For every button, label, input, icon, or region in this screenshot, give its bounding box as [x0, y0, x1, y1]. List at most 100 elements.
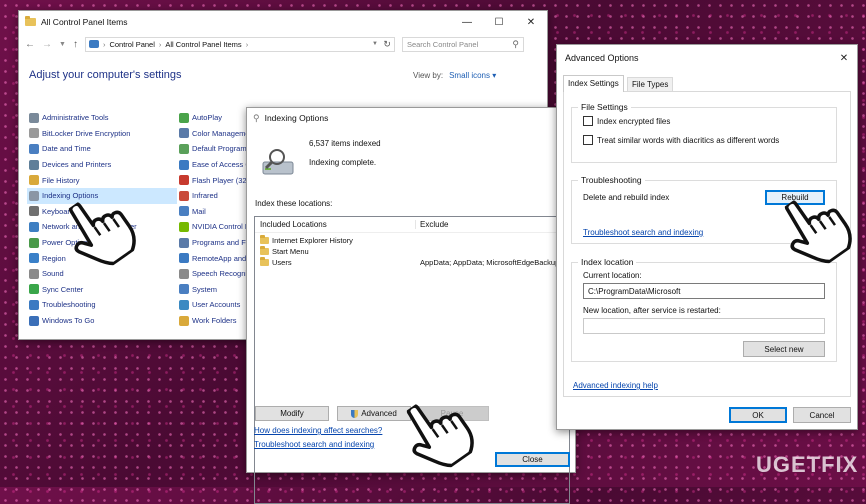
items-indexed-count: 6,537 items indexed: [309, 139, 381, 148]
current-location-label: Current location:: [583, 271, 642, 280]
breadcrumb-item-control-panel[interactable]: Control Panel: [109, 40, 154, 49]
modify-button[interactable]: Modify: [255, 406, 329, 421]
how-indexing-affects-link[interactable]: How does indexing affect searches?: [254, 426, 382, 435]
close-window-button[interactable]: ✕: [515, 11, 547, 33]
cp-item-icon: [179, 175, 189, 186]
locations-rows: Internet Explorer History Start Menu Users…: [255, 233, 569, 268]
cp-item-label: Windows To Go: [42, 316, 95, 326]
cp-item-bitlocker-drive-encryption[interactable]: BitLocker Drive Encryption: [27, 126, 177, 142]
cp-item-icon: [29, 299, 39, 310]
location-cell: Start Menu: [255, 246, 416, 256]
ok-button[interactable]: OK: [729, 407, 787, 423]
delete-rebuild-label: Delete and rebuild index: [583, 193, 670, 202]
indexing-titlebar: ⚲ Indexing Options: [247, 108, 575, 128]
select-new-button[interactable]: Select new: [743, 341, 825, 357]
column-header-exclude[interactable]: Exclude: [416, 220, 448, 229]
cp-item-label: Infrared: [192, 191, 218, 201]
view-by: View by: Small icons ▾: [413, 71, 496, 80]
close-button[interactable]: Close: [495, 452, 570, 467]
back-arrow-icon[interactable]: ←: [25, 39, 35, 50]
troubleshoot-search-link[interactable]: Troubleshoot search and indexing: [583, 228, 703, 237]
cp-item-windows-to-go[interactable]: Windows To Go: [27, 313, 177, 329]
cp-item-troubleshooting[interactable]: Troubleshooting: [27, 297, 177, 313]
cp-item-label: Date and Time: [42, 144, 91, 154]
location-row[interactable]: Users AppData; AppData; MicrosoftEdgeBack…: [255, 257, 569, 268]
control-panel-window-icon: [25, 16, 36, 26]
breadcrumb-item-all-items[interactable]: All Control Panel Items: [165, 40, 241, 49]
indexing-status: Indexing complete.: [309, 158, 377, 167]
recent-chevron-icon[interactable]: ▼: [59, 41, 66, 48]
breadcrumb-separator-icon: ›: [245, 39, 249, 49]
location-name: Internet Explorer History: [272, 236, 353, 245]
maximize-button[interactable]: ☐: [483, 11, 515, 33]
cp-item-label: Sound: [42, 269, 64, 279]
cp-item-icon: [179, 315, 189, 326]
indexing-drive-icon: [262, 149, 294, 175]
cancel-button[interactable]: Cancel: [793, 407, 851, 423]
advanced-close-icon[interactable]: ✕: [831, 47, 857, 69]
index-location-group: Index location Current location: C:\Prog…: [571, 257, 837, 362]
ugetfix-watermark: UGETFIX: [756, 452, 859, 477]
address-dropdown-icon[interactable]: ▼: [372, 41, 378, 47]
cp-item-label: Region: [42, 253, 66, 263]
breadcrumb[interactable]: › Control Panel › All Control Panel Item…: [84, 36, 395, 52]
cp-item-sync-center[interactable]: Sync Center: [27, 282, 177, 298]
breadcrumb-separator-icon: ›: [102, 39, 106, 49]
cp-item-devices-and-printers[interactable]: Devices and Printers: [27, 157, 177, 173]
cp-item-icon: [179, 299, 189, 310]
search-box[interactable]: Search Control Panel ⚲: [401, 36, 524, 52]
cp-item-icon: [179, 206, 189, 217]
advanced-button-label: Advanced: [361, 409, 397, 418]
folder-icon: [260, 246, 269, 255]
view-by-select[interactable]: Small icons ▾: [449, 71, 496, 80]
cp-item-label: BitLocker Drive Encryption: [42, 128, 131, 138]
cp-item-label: Troubleshooting: [42, 300, 96, 310]
column-header-included[interactable]: Included Locations: [255, 220, 416, 229]
cp-item-icon: [29, 268, 39, 279]
locations-label: Index these locations:: [255, 199, 333, 208]
up-arrow-icon[interactable]: ↑: [73, 39, 78, 50]
cp-item-icon: [29, 206, 39, 217]
refresh-icon[interactable]: ↻: [383, 39, 391, 50]
forward-arrow-icon[interactable]: →: [42, 39, 52, 50]
cp-item-icon: [179, 284, 189, 295]
troubleshoot-link[interactable]: Troubleshoot search and indexing: [254, 440, 374, 449]
advanced-titlebar: Advanced Options ✕: [557, 45, 857, 71]
cp-item-label: Sync Center: [42, 284, 84, 294]
index-location-legend: Index location: [578, 257, 637, 267]
cp-item-date-and-time[interactable]: Date and Time: [27, 141, 177, 157]
cp-item-icon: [29, 143, 39, 154]
tab-file-types[interactable]: File Types: [627, 77, 674, 92]
address-row: ← → ▼ ↑ › Control Panel › All Control Pa…: [19, 35, 547, 53]
encrypted-files-checkbox[interactable]: [583, 116, 593, 126]
cp-item-label: User Accounts: [192, 300, 241, 310]
cp-item-icon: [179, 143, 189, 154]
location-name: Users: [272, 258, 292, 267]
cp-item-administrative-tools[interactable]: Administrative Tools: [27, 110, 177, 126]
troubleshooting-legend: Troubleshooting: [578, 175, 645, 185]
cp-item-label: System: [192, 284, 218, 294]
control-panel-titlebar: All Control Panel Items — ☐ ✕: [19, 11, 547, 33]
minimize-button[interactable]: —: [451, 11, 483, 33]
cp-item-icon: [179, 253, 189, 264]
location-row[interactable]: Internet Explorer History: [255, 235, 569, 246]
cp-item-icon: [179, 190, 189, 201]
advanced-indexing-help-link[interactable]: Advanced indexing help: [573, 381, 658, 390]
file-settings-legend: File Settings: [578, 102, 631, 112]
search-input[interactable]: Search Control Panel: [407, 40, 478, 49]
cp-item-label: Default Programs: [192, 144, 251, 154]
indexing-title-icon: ⚲: [253, 112, 260, 123]
search-icon: ⚲: [512, 38, 519, 49]
exclude-cell: AppData; AppData; MicrosoftEdgeBackups: [420, 258, 563, 267]
encrypted-files-option[interactable]: Index encrypted files: [583, 116, 670, 126]
new-location-field: [583, 318, 825, 334]
tab-index-settings[interactable]: Index Settings: [563, 75, 624, 92]
location-name: Start Menu: [272, 247, 309, 256]
location-cell: Internet Explorer History: [255, 235, 416, 245]
location-row[interactable]: Start Menu: [255, 246, 569, 257]
cp-item-icon: [29, 315, 39, 326]
diacritics-option[interactable]: Treat similar words with diacritics as d…: [583, 135, 779, 145]
cp-item-icon: [29, 190, 39, 201]
control-panel-breadcrumb-icon: [88, 40, 99, 48]
diacritics-checkbox[interactable]: [583, 135, 593, 145]
